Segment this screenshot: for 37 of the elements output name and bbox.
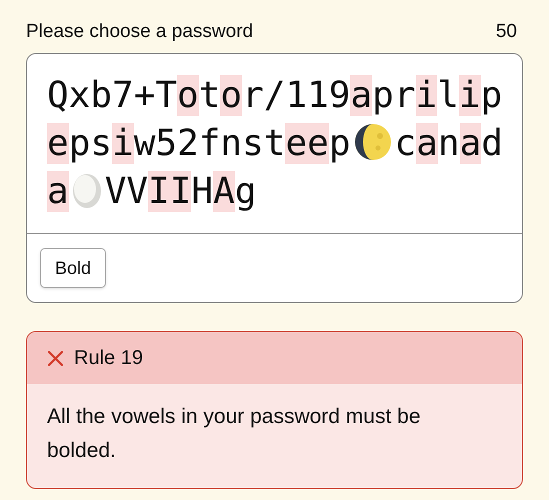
highlighted-vowel: a xyxy=(47,171,69,212)
password-text: p xyxy=(480,75,502,116)
password-text: t xyxy=(198,75,220,116)
password-text: p xyxy=(328,123,350,164)
character-count: 50 xyxy=(496,20,518,44)
rule-message: All the vowels in your password must be bolded. xyxy=(47,404,422,464)
highlighted-vowel: a xyxy=(416,123,438,164)
password-text: r/119 xyxy=(242,75,350,116)
password-text: g xyxy=(234,171,256,212)
password-text: pr xyxy=(372,75,416,116)
password-text: c xyxy=(394,123,416,164)
highlighted-vowel: A xyxy=(213,171,235,212)
highlighted-vowel: II xyxy=(148,171,192,212)
password-field[interactable]: Qxb7+Toto r/119aprilip epsiw52fnsteep canad a VVIIHAg xyxy=(27,54,522,234)
password-text: H xyxy=(191,171,214,212)
moon-icon xyxy=(354,123,392,161)
highlighted-vowel: ee xyxy=(285,123,329,164)
cross-icon xyxy=(47,350,64,366)
highlighted-vowel: i xyxy=(416,75,438,116)
highlighted-vowel: o xyxy=(177,75,199,116)
password-text: w52fnst xyxy=(134,123,286,164)
password-text: n xyxy=(438,123,460,164)
password-text: ps xyxy=(68,123,112,164)
highlighted-vowel: i xyxy=(458,75,481,116)
highlighted-vowel: e xyxy=(47,123,69,164)
password-text: Qxb7+T xyxy=(47,75,178,116)
highlighted-vowel: a xyxy=(460,123,482,164)
highlighted-vowel: i xyxy=(112,123,134,164)
egg-icon xyxy=(72,171,102,209)
bold-button[interactable]: Bold xyxy=(40,248,106,288)
field-label: Please choose a password xyxy=(26,20,254,44)
rule-title: Rule 19 xyxy=(74,346,143,371)
password-text: VV xyxy=(104,171,148,212)
highlighted-vowel: o xyxy=(220,75,242,116)
highlighted-vowel: a xyxy=(350,75,372,116)
password-text: l xyxy=(437,75,459,116)
password-text: d xyxy=(481,123,503,164)
